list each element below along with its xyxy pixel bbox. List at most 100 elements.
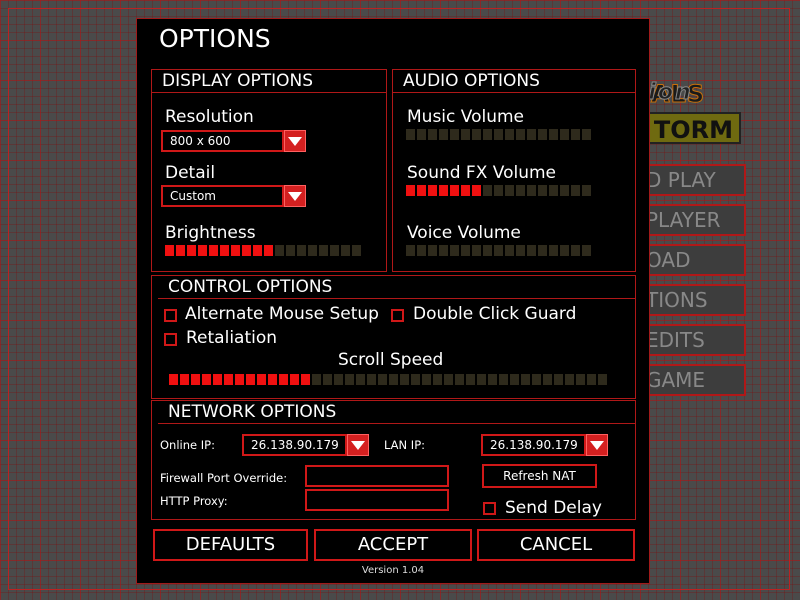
slider-segment[interactable] xyxy=(483,185,492,196)
slider-segment[interactable] xyxy=(527,245,536,256)
slider-segment[interactable] xyxy=(235,374,244,385)
slider-segment[interactable] xyxy=(176,245,185,256)
slider-segment[interactable] xyxy=(505,185,514,196)
slider-segment[interactable] xyxy=(516,129,525,140)
slider-segment[interactable] xyxy=(543,374,552,385)
slider-segment[interactable] xyxy=(439,129,448,140)
slider-segment[interactable] xyxy=(472,245,481,256)
slider-segment[interactable] xyxy=(576,374,585,385)
triangle-down-icon[interactable] xyxy=(284,185,306,207)
slider-segment[interactable] xyxy=(444,374,453,385)
slider-segment[interactable] xyxy=(582,245,591,256)
slider-segment[interactable] xyxy=(406,129,415,140)
slider-segment[interactable] xyxy=(356,374,365,385)
refresh-nat-button[interactable]: Refresh NAT xyxy=(482,464,597,488)
slider-segment[interactable] xyxy=(554,374,563,385)
slider-segment[interactable] xyxy=(297,245,306,256)
slider-segment[interactable] xyxy=(565,374,574,385)
slider-segment[interactable] xyxy=(428,245,437,256)
slider-segment[interactable] xyxy=(242,245,251,256)
slider-segment[interactable] xyxy=(406,185,415,196)
slider-segment[interactable] xyxy=(198,245,207,256)
slider-segment[interactable] xyxy=(257,374,266,385)
slider-segment[interactable] xyxy=(461,245,470,256)
slider-segment[interactable] xyxy=(406,245,415,256)
slider-segment[interactable] xyxy=(538,129,547,140)
slider-segment[interactable] xyxy=(231,245,240,256)
slider-segment[interactable] xyxy=(477,374,486,385)
slider-segment[interactable] xyxy=(571,245,580,256)
slider-segment[interactable] xyxy=(323,374,332,385)
accept-button[interactable]: ACCEPT xyxy=(314,529,472,561)
slider-segment[interactable] xyxy=(319,245,328,256)
defaults-button[interactable]: DEFAULTS xyxy=(153,529,308,561)
slider-segment[interactable] xyxy=(264,245,273,256)
lan-ip-value[interactable]: 26.138.90.179 xyxy=(481,434,586,456)
slider-segment[interactable] xyxy=(549,129,558,140)
slider-segment[interactable] xyxy=(494,245,503,256)
slider-segment[interactable] xyxy=(202,374,211,385)
slider-segment[interactable] xyxy=(560,129,569,140)
slider-segment[interactable] xyxy=(560,245,569,256)
online-ip-value[interactable]: 26.138.90.179 xyxy=(242,434,347,456)
slider-segment[interactable] xyxy=(330,245,339,256)
slider-segment[interactable] xyxy=(367,374,376,385)
slider-segment[interactable] xyxy=(378,374,387,385)
send-delay-checkbox[interactable] xyxy=(483,502,496,515)
slider-segment[interactable] xyxy=(191,374,200,385)
slider-segment[interactable] xyxy=(516,185,525,196)
slider-segment[interactable] xyxy=(268,374,277,385)
slider-segment[interactable] xyxy=(450,129,459,140)
slider-segment[interactable] xyxy=(532,374,541,385)
slider-segment[interactable] xyxy=(279,374,288,385)
slider-segment[interactable] xyxy=(180,374,189,385)
slider-segment[interactable] xyxy=(466,374,475,385)
slider-segment[interactable] xyxy=(494,185,503,196)
slider-segment[interactable] xyxy=(220,245,229,256)
slider-segment[interactable] xyxy=(560,185,569,196)
resolution-value[interactable]: 800 x 600 xyxy=(161,130,284,152)
slider-segment[interactable] xyxy=(488,374,497,385)
double-click-checkbox[interactable] xyxy=(391,309,404,322)
detail-dropdown[interactable]: Custom xyxy=(161,185,306,207)
slider-segment[interactable] xyxy=(571,129,580,140)
slider-segment[interactable] xyxy=(345,374,354,385)
slider-segment[interactable] xyxy=(275,245,284,256)
slider-segment[interactable] xyxy=(582,129,591,140)
slider-segment[interactable] xyxy=(428,129,437,140)
slider-segment[interactable] xyxy=(286,245,295,256)
slider-segment[interactable] xyxy=(549,245,558,256)
triangle-down-icon[interactable] xyxy=(347,434,369,456)
slider-segment[interactable] xyxy=(341,245,350,256)
slider-segment[interactable] xyxy=(389,374,398,385)
slider-segment[interactable] xyxy=(165,245,174,256)
detail-value[interactable]: Custom xyxy=(161,185,284,207)
slider-segment[interactable] xyxy=(450,245,459,256)
triangle-down-icon[interactable] xyxy=(586,434,608,456)
slider-segment[interactable] xyxy=(455,374,464,385)
slider-segment[interactable] xyxy=(483,129,492,140)
slider-segment[interactable] xyxy=(417,129,426,140)
slider-segment[interactable] xyxy=(400,374,409,385)
slider-segment[interactable] xyxy=(312,374,321,385)
online-ip-dropdown[interactable]: 26.138.90.179 xyxy=(242,434,369,456)
slider-segment[interactable] xyxy=(209,245,218,256)
slider-segment[interactable] xyxy=(587,374,596,385)
slider-segment[interactable] xyxy=(521,374,530,385)
firewall-port-input[interactable] xyxy=(305,465,449,487)
slider-segment[interactable] xyxy=(439,245,448,256)
slider-segment[interactable] xyxy=(494,129,503,140)
music-volume-slider[interactable] xyxy=(406,129,591,140)
voice-volume-slider[interactable] xyxy=(406,245,591,256)
slider-segment[interactable] xyxy=(472,129,481,140)
http-proxy-input[interactable] xyxy=(305,489,449,511)
cancel-button[interactable]: CANCEL xyxy=(477,529,635,561)
slider-segment[interactable] xyxy=(213,374,222,385)
alt-mouse-checkbox[interactable] xyxy=(164,309,177,322)
lan-ip-dropdown[interactable]: 26.138.90.179 xyxy=(481,434,608,456)
slider-segment[interactable] xyxy=(246,374,255,385)
slider-segment[interactable] xyxy=(527,129,536,140)
slider-segment[interactable] xyxy=(439,185,448,196)
sfx-volume-slider[interactable] xyxy=(406,185,591,196)
slider-segment[interactable] xyxy=(352,245,361,256)
